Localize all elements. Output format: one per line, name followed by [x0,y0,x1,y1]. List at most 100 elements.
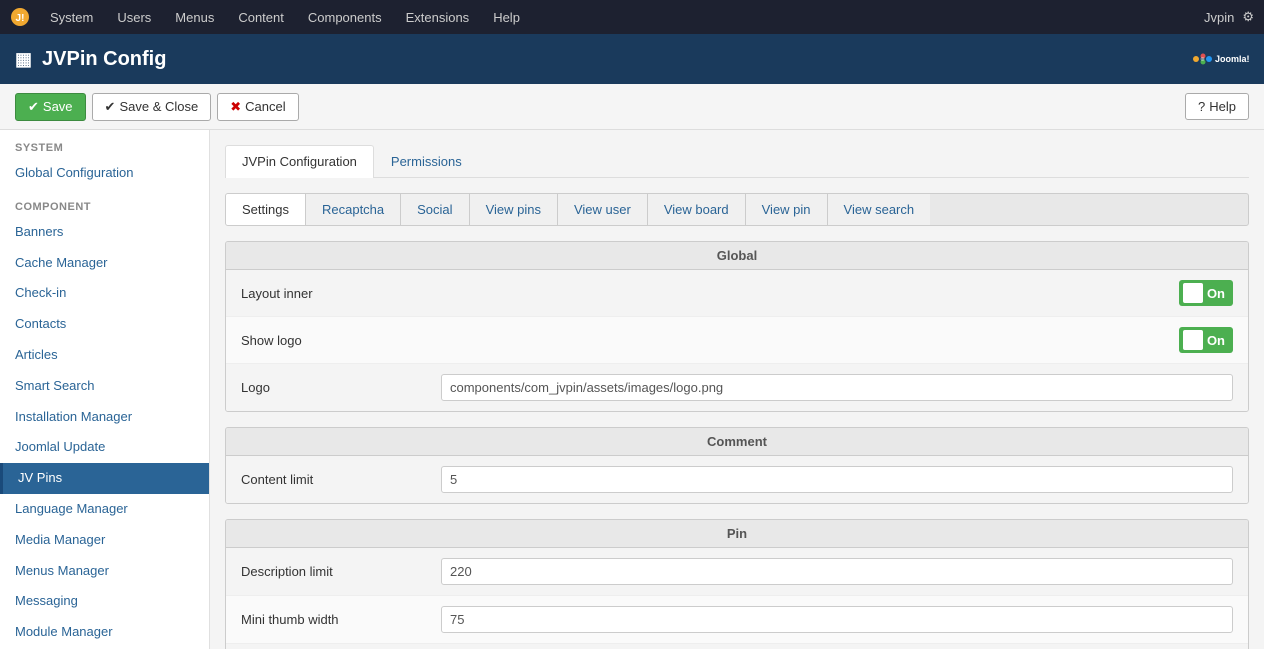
articles-link[interactable]: Articles [15,347,58,362]
content-limit-input[interactable] [441,466,1233,493]
show-logo-row: Show logo On [226,317,1248,364]
layout-inner-row: Layout inner On [226,270,1248,317]
sidebar-item-banners[interactable]: Banners [0,217,209,248]
top-navigation: J! System Users Menus Content Components… [0,0,1264,34]
installation-manager-link[interactable]: Installation Manager [15,409,132,424]
show-logo-toggle[interactable]: On [1179,327,1233,353]
global-section: Global Layout inner On Show logo On [225,241,1249,412]
nav-components[interactable]: Components [298,0,392,34]
nav-extensions[interactable]: Extensions [396,0,480,34]
subtab-recaptcha[interactable]: Recaptcha [306,194,401,225]
sidebar-item-menus-manager[interactable]: Menus Manager [0,556,209,587]
toggle-knob-2 [1183,330,1203,350]
sidebar-item-installation-manager[interactable]: Installation Manager [0,402,209,433]
comment-section-title: Comment [226,428,1248,456]
sidebar-item-global-config[interactable]: Global Configuration [0,158,209,189]
sidebar-item-check-in[interactable]: Check-in [0,278,209,309]
sidebar-item-joomlal-update[interactable]: Joomlal Update [0,432,209,463]
description-limit-value [441,558,1233,585]
sidebar-item-media-manager[interactable]: Media Manager [0,525,209,556]
subtab-settings[interactable]: Settings [226,194,306,225]
toolbar-right: ? Help [1185,93,1249,120]
sidebar-item-cache-manager[interactable]: Cache Manager [0,248,209,279]
pin-section-title: Pin [226,520,1248,548]
global-config-link[interactable]: Global Configuration [15,165,134,180]
joomlal-update-link[interactable]: Joomlal Update [15,439,105,454]
cancel-button[interactable]: ✖ Cancel [217,93,298,121]
smart-search-link[interactable]: Smart Search [15,378,94,393]
show-logo-value: On [441,327,1233,353]
subtab-social[interactable]: Social [401,194,469,225]
joomla-small-logo: J! [10,7,30,27]
sidebar-item-articles[interactable]: Articles [0,340,209,371]
save-button[interactable]: ✔ Save [15,93,86,121]
content-area: JVPin Configuration Permissions Settings… [210,130,1264,649]
content-limit-row: Content limit [226,456,1248,503]
mini-thumb-input[interactable] [441,606,1233,633]
toggle-label: On [1207,286,1225,301]
description-limit-input[interactable] [441,558,1233,585]
subtab-view-search[interactable]: View search [828,194,931,225]
tab-permissions[interactable]: Permissions [374,145,479,177]
sidebar-item-module-manager[interactable]: Module Manager [0,617,209,648]
help-button[interactable]: ? Help [1185,93,1249,120]
gear-icon[interactable]: ⚙ [1242,9,1254,25]
banners-link[interactable]: Banners [15,224,63,239]
layout-inner-label: Layout inner [241,286,441,301]
show-logo-label: Show logo [241,333,441,348]
subtab-view-user[interactable]: View user [558,194,648,225]
mini-thumb-value [441,606,1233,633]
toggle-label-2: On [1207,333,1225,348]
save-label: Save [43,99,73,114]
nav-users[interactable]: Users [107,0,161,34]
sidebar-item-contacts[interactable]: Contacts [0,309,209,340]
content-limit-value [441,466,1233,493]
subtab-view-board[interactable]: View board [648,194,746,225]
check-in-link[interactable]: Check-in [15,285,66,300]
tab-bar: JVPin Configuration Permissions [225,145,1249,178]
toolbar-left: ✔ Save ✔ Save & Close ✖ Cancel [15,93,299,121]
sidebar-item-language-manager[interactable]: Language Manager [0,494,209,525]
media-manager-link[interactable]: Media Manager [15,532,105,547]
contacts-link[interactable]: Contacts [15,316,66,331]
module-manager-link[interactable]: Module Manager [15,624,113,639]
pin-section: Pin Description limit Mini thumb width T… [225,519,1249,649]
messaging-link[interactable]: Messaging [15,593,78,608]
cache-manager-link[interactable]: Cache Manager [15,255,108,270]
nav-system[interactable]: System [40,0,103,34]
subtab-view-pins[interactable]: View pins [470,194,558,225]
content-limit-label: Content limit [241,472,441,487]
layout-inner-toggle[interactable]: On [1179,280,1233,306]
language-manager-link[interactable]: Language Manager [15,501,128,516]
description-limit-label: Description limit [241,564,441,579]
page-icon: ▦ [15,49,32,70]
subtab-view-pin[interactable]: View pin [746,194,828,225]
menus-manager-link[interactable]: Menus Manager [15,563,109,578]
save-icon: ✔ [28,99,39,115]
description-limit-row: Description limit [226,548,1248,596]
tab-jvpin-configuration[interactable]: JVPin Configuration [225,145,374,178]
nav-help[interactable]: Help [483,0,530,34]
jv-pins-label: JV Pins [18,470,62,485]
save-close-button[interactable]: ✔ Save & Close [92,93,212,121]
page-title: JVPin Config [42,48,166,71]
comment-section: Comment Content limit [225,427,1249,504]
mini-thumb-row: Mini thumb width [226,596,1248,644]
nav-content[interactable]: Content [228,0,294,34]
help-label: Help [1209,99,1236,114]
cancel-icon: ✖ [230,99,241,115]
cancel-label: Cancel [245,99,285,114]
save-close-label: Save & Close [119,99,198,114]
user-name[interactable]: Jvpin [1204,10,1234,25]
user-area: Jvpin ⚙ [1204,9,1254,25]
toolbar: ✔ Save ✔ Save & Close ✖ Cancel ? Help [0,84,1264,130]
sidebar-item-messaging[interactable]: Messaging [0,586,209,617]
thumb-width-row: Thumb width [226,644,1248,649]
system-section-title: SYSTEM [0,130,209,158]
toggle-knob [1183,283,1203,303]
sidebar-item-smart-search[interactable]: Smart Search [0,371,209,402]
sidebar-item-jv-pins[interactable]: JV Pins [0,463,209,494]
logo-input[interactable] [441,374,1233,401]
nav-menus[interactable]: Menus [165,0,224,34]
logo-row: Logo [226,364,1248,411]
